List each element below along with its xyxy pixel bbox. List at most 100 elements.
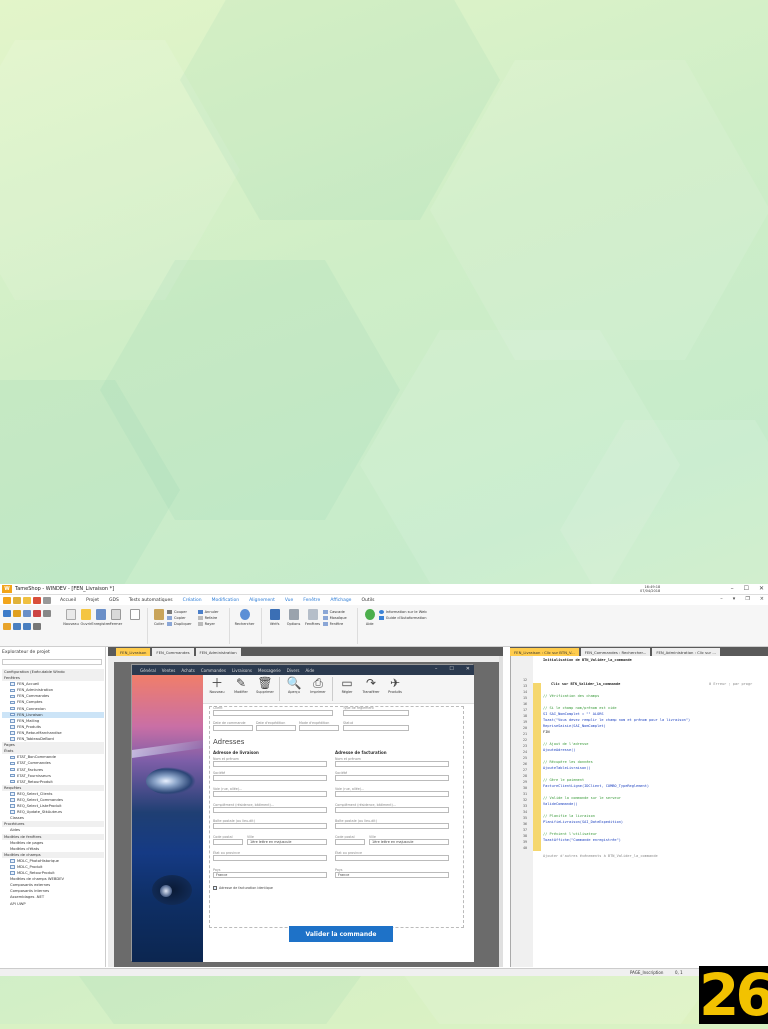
home-icon[interactable]	[3, 623, 11, 630]
copy-button[interactable]: Copier	[167, 616, 192, 620]
test-icon[interactable]	[33, 610, 41, 617]
strike-button[interactable]: Rayer	[197, 622, 219, 626]
code-line[interactable]: // Récupère les données	[543, 760, 593, 764]
record-icon[interactable]	[43, 597, 51, 604]
code-line[interactable]: ValideCommande()	[543, 802, 578, 806]
restore-icon[interactable]: ❐	[745, 596, 749, 602]
guide-button[interactable]: Guide d'Autoformation	[378, 616, 427, 620]
close-doc-icon[interactable]: ×	[760, 596, 764, 602]
form-pay-button[interactable]: ▭ Régler	[337, 677, 357, 703]
explorer-item[interactable]: API UWP	[2, 901, 104, 907]
code-tab-commandes[interactable]: FEN_Commandes : Rechercher...	[580, 648, 651, 656]
form-transfer-button[interactable]: ↷ Transférer	[361, 677, 381, 703]
payment-type-select[interactable]	[343, 710, 409, 716]
redo-button[interactable]: Refaire	[197, 616, 219, 620]
settings-icon[interactable]: ▾	[733, 596, 736, 602]
add-event-link[interactable]: Ajouter d'autres événements à BTN_Valide…	[543, 854, 658, 858]
form-delete-button[interactable]: 🗑 Supprimer	[255, 677, 275, 703]
form-menu-general[interactable]: Général	[140, 668, 156, 673]
code-line[interactable]: FIN	[543, 730, 550, 734]
project-icon[interactable]	[3, 597, 11, 604]
billing-street-input[interactable]	[335, 791, 449, 797]
form-print-button[interactable]: ⎙ Imprimer	[308, 677, 328, 703]
form-menu-messagerie[interactable]: Messagerie	[258, 668, 281, 673]
search-button[interactable]: Rechercher	[234, 609, 256, 626]
ship-date-input[interactable]	[256, 725, 296, 731]
pencil-icon[interactable]	[13, 610, 21, 617]
form-products-button[interactable]: ✈ Produits	[385, 677, 405, 703]
menu-fenetre[interactable]: Fenêtre	[303, 598, 320, 603]
menu-accueil[interactable]: Accueil	[60, 598, 76, 603]
undo-button[interactable]: Annuler	[197, 610, 219, 614]
status-select[interactable]	[343, 725, 409, 731]
network-icon[interactable]	[33, 623, 41, 630]
duplicate-button[interactable]: Dupliquer	[167, 622, 192, 626]
menu-alignement[interactable]: Alignement	[249, 598, 275, 603]
billing-complement-input[interactable]	[335, 807, 449, 813]
code-line[interactable]: // Si le champ nom/prénom est vide	[543, 706, 617, 710]
delivery-name-input[interactable]	[213, 761, 327, 767]
code-line[interactable]: RepriseSaisie(SAI_NomComplet)	[543, 724, 606, 728]
new-button[interactable]: Nouveau	[63, 609, 79, 626]
delivery-company-input[interactable]	[213, 775, 327, 781]
maximize-button[interactable]: ☐	[744, 585, 749, 592]
minimize-ribbon-icon[interactable]: –	[720, 596, 723, 602]
close-button[interactable]: ✕	[759, 585, 764, 592]
form-menu-commandes[interactable]: Commandes	[201, 668, 226, 673]
stop-icon[interactable]	[33, 597, 41, 604]
windows-button[interactable]: Fenêtres	[304, 609, 322, 626]
code-line[interactable]: // Valide la commande sur le serveur	[543, 796, 621, 800]
form-new-button[interactable]: ＋ Nouveau	[207, 677, 227, 703]
form-minimize[interactable]: –	[435, 666, 438, 672]
play-icon[interactable]	[23, 610, 31, 617]
paste-button[interactable]: Coller	[152, 609, 166, 626]
forward-icon[interactable]	[23, 623, 31, 630]
code-line[interactable]: // Gère le paiement	[543, 778, 584, 782]
code-line[interactable]: AjouteTableLivraison()	[543, 766, 591, 770]
form-menu-ventes[interactable]: Ventes	[162, 668, 176, 673]
form-menu-achats[interactable]: Achats	[181, 668, 195, 673]
ship-mode-select[interactable]	[299, 725, 339, 731]
form-menu-livraisons[interactable]: Livraisons	[232, 668, 252, 673]
tab-fen-livraison[interactable]: FEN_Livraison	[116, 648, 151, 656]
options-button[interactable]: Options	[285, 609, 303, 626]
billing-city-input[interactable]: 1ère lettre en majuscule	[369, 839, 449, 845]
tab-fen-administration[interactable]: FEN_Administration	[195, 648, 241, 656]
code-line[interactable]: FactureClientLigne(IDClient, COMBO_TypeR…	[543, 784, 649, 788]
menu-creation[interactable]: Création	[183, 598, 202, 603]
delivery-zip-input[interactable]	[213, 839, 243, 845]
delivery-state-input[interactable]	[213, 855, 327, 861]
delivery-complement-input[interactable]	[213, 807, 327, 813]
form-menu-aide[interactable]: Aide	[306, 668, 315, 673]
checks-button[interactable]: Vérifs	[266, 609, 284, 626]
explorer-search-input[interactable]	[2, 659, 102, 665]
editor-scrollbar[interactable]	[499, 656, 503, 967]
billing-company-input[interactable]	[335, 775, 449, 781]
tile-button[interactable]: Mosaïque	[322, 616, 347, 620]
bars-icon[interactable]	[13, 597, 21, 604]
code-line[interactable]: // Planifie la livraison	[543, 814, 595, 818]
billing-po-input[interactable]	[335, 823, 449, 829]
web-info-button[interactable]: Information sur le Web	[378, 610, 427, 614]
billing-country-select[interactable]: France	[335, 872, 449, 878]
client-input[interactable]	[213, 710, 333, 716]
menu-affichage[interactable]: Affichage	[330, 598, 351, 603]
validate-order-button[interactable]: Valider la commande	[289, 926, 393, 942]
tab-fen-commandes[interactable]: FEN_Commandes	[152, 648, 194, 656]
billing-zip-input[interactable]	[335, 839, 365, 845]
menu-vue[interactable]: Vue	[285, 598, 293, 603]
minimize-button[interactable]: –	[731, 585, 734, 592]
form-menu-divers[interactable]: Divers	[287, 668, 300, 673]
code-line[interactable]: // Vérification des champs	[543, 694, 599, 698]
back-icon[interactable]	[13, 623, 21, 630]
menu-gds[interactable]: GDS	[109, 598, 119, 603]
gear-icon[interactable]	[3, 610, 11, 617]
cascade-button[interactable]: Cascade	[322, 610, 347, 614]
zoom-button[interactable]	[128, 609, 142, 620]
code-line[interactable]: // Prévient l'utilisateur	[543, 832, 597, 836]
same-address-checkbox[interactable]: Adresse de facturation identique	[213, 886, 273, 890]
menu-tests[interactable]: Tests automatiques	[129, 598, 173, 603]
order-date-input[interactable]	[213, 725, 253, 731]
code-line[interactable]: AjouteAdresse()	[543, 748, 575, 752]
delivery-city-input[interactable]: 1ère lettre en majuscule	[247, 839, 327, 845]
